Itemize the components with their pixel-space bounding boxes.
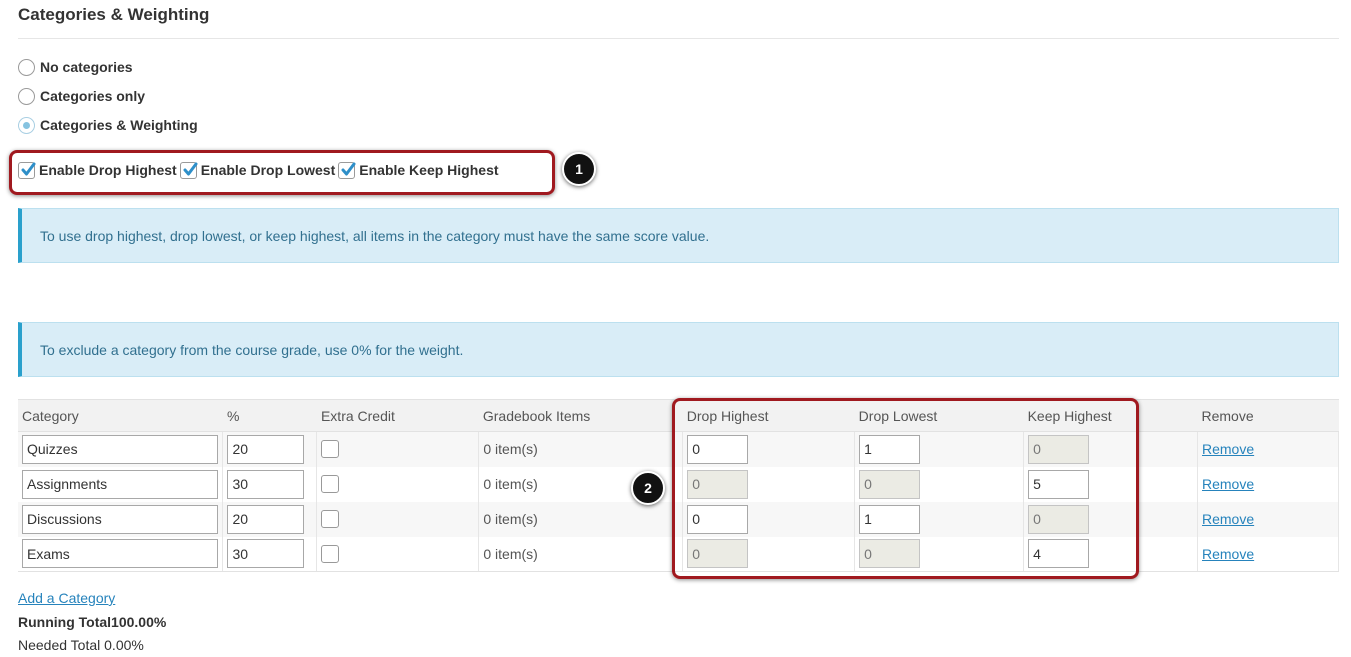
category-name-input[interactable]: [22, 469, 218, 499]
radio-circle-selected[interactable]: [18, 116, 35, 134]
exclude-info-alert: To exclude a category from the course gr…: [18, 322, 1339, 377]
radio-categories-only[interactable]: Categories only: [18, 85, 145, 107]
category-percent-input[interactable]: [227, 504, 305, 534]
drop-info-alert: To use drop highest, drop lowest, or kee…: [18, 208, 1339, 263]
header-percent: %: [222, 399, 317, 432]
needed-total: Needed Total 0.00%: [18, 637, 144, 653]
extra-credit-checkbox[interactable]: [321, 510, 340, 529]
gradebook-items-count: 0 item(s): [478, 431, 684, 467]
radio-label: Categories only: [40, 88, 146, 104]
extra-credit-checkbox[interactable]: [321, 544, 340, 563]
gradebook-items-count: 0 item(s): [478, 501, 684, 537]
gradebook-items-count: 0 item(s): [478, 536, 684, 572]
category-name-input[interactable]: [22, 539, 218, 569]
header-remove: Remove: [1197, 399, 1339, 432]
radio-circle[interactable]: [18, 58, 35, 76]
annotation-badge-1: 1: [562, 152, 596, 186]
extra-credit-checkbox[interactable]: [321, 475, 340, 494]
extra-credit-checkbox[interactable]: [321, 440, 340, 459]
header-extra-credit: Extra Credit: [316, 399, 479, 432]
remove-category-link[interactable]: Remove: [1202, 476, 1254, 492]
radio-label: No categories: [40, 59, 133, 75]
radio-categories-weighting[interactable]: Categories & Weighting: [18, 114, 198, 136]
radio-dot: [23, 121, 30, 129]
annotation-highlight-1: [9, 150, 555, 195]
running-total: Running Total100.00%: [18, 614, 167, 630]
category-percent-input[interactable]: [227, 539, 305, 569]
header-gradebook-items: Gradebook Items: [478, 399, 683, 432]
radio-label: Categories & Weighting: [40, 117, 198, 133]
divider: [18, 38, 1339, 39]
annotation-highlight-2: [672, 398, 1139, 579]
remove-category-link[interactable]: Remove: [1202, 511, 1254, 527]
radio-no-categories[interactable]: No categories: [18, 56, 133, 78]
category-name-input[interactable]: [22, 504, 218, 534]
annotation-badge-2: 2: [631, 471, 665, 505]
category-name-input[interactable]: [22, 434, 218, 464]
section-title: Categories & Weighting: [18, 5, 210, 24]
header-category: Category: [18, 399, 223, 432]
remove-category-link[interactable]: Remove: [1202, 441, 1254, 457]
radio-circle[interactable]: [18, 87, 35, 105]
category-percent-input[interactable]: [227, 434, 305, 464]
category-percent-input[interactable]: [227, 469, 305, 499]
remove-category-link[interactable]: Remove: [1202, 546, 1254, 562]
add-category-link[interactable]: Add a Category: [18, 590, 115, 606]
